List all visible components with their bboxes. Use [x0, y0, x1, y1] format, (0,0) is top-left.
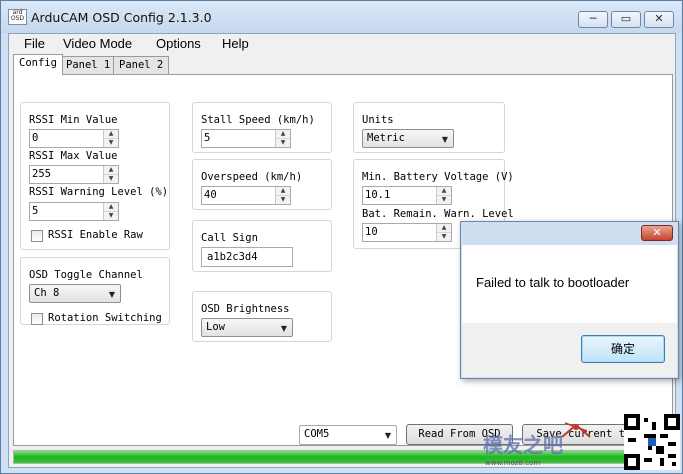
osd-toggle-channel-select[interactable]: Ch 8 ▼ — [29, 284, 121, 303]
bat-remain-spinner[interactable]: 10 ▲ ▼ — [362, 223, 452, 242]
progress-bar — [13, 450, 673, 464]
call-sign-group: Call Sign a1b2c3d4 — [192, 220, 332, 272]
rssi-max-label: RSSI Max Value — [29, 150, 118, 162]
tab-panel-2[interactable]: Panel 2 — [113, 56, 170, 74]
title-bar[interactable]: ard OSD ArduCAM OSD Config 2.1.3.0 ─ ▭ ✕ — [1, 1, 682, 33]
chevron-down-icon: ▼ — [108, 290, 115, 299]
rssi-group: RSSI Min Value 0 ▲ ▼ RSSI Max Value 255 ▲… — [20, 102, 170, 250]
stall-speed-spinner[interactable]: 5 ▲ ▼ — [201, 129, 291, 148]
spin-down-icon[interactable]: ▼ — [437, 233, 451, 241]
spin-down-icon[interactable]: ▼ — [104, 139, 118, 147]
rssi-min-spinner[interactable]: 0 ▲ ▼ — [29, 129, 119, 148]
com-port-value: COM5 — [304, 428, 330, 440]
spin-down-icon[interactable]: ▼ — [276, 196, 290, 204]
call-sign-label: Call Sign — [201, 232, 258, 244]
close-button[interactable]: ✕ — [644, 11, 674, 28]
dialog-footer: 确定 — [462, 323, 677, 377]
units-select[interactable]: Metric ▼ — [362, 129, 454, 148]
stall-speed-group: Stall Speed (km/h) 5 ▲ ▼ — [192, 102, 332, 153]
dialog-message: Failed to talk to bootloader — [476, 275, 630, 290]
rssi-min-label: RSSI Min Value — [29, 114, 118, 126]
spin-up-icon[interactable]: ▲ — [104, 166, 118, 175]
rssi-max-spinner[interactable]: 255 ▲ ▼ — [29, 165, 119, 184]
spin-up-icon[interactable]: ▲ — [437, 187, 451, 196]
osd-brightness-group: OSD Brightness Low ▼ — [192, 291, 332, 342]
com-port-select[interactable]: COM5 ▼ — [299, 425, 397, 445]
osd-brightness-select[interactable]: Low ▼ — [201, 318, 293, 337]
spin-up-icon[interactable]: ▲ — [276, 130, 290, 139]
overspeed-group: Overspeed (km/h) 40 ▲ ▼ — [192, 159, 332, 210]
osd-toggle-group: OSD Toggle Channel Ch 8 ▼ Rotation Switc… — [20, 257, 170, 325]
call-sign-value: a1b2c3d4 — [207, 251, 258, 263]
rssi-enable-raw-checkbox[interactable] — [31, 230, 43, 242]
dialog-body: Failed to talk to bootloader — [462, 245, 677, 323]
stall-speed-label: Stall Speed (km/h) — [201, 114, 315, 126]
spin-up-icon[interactable]: ▲ — [104, 130, 118, 139]
units-value: Metric — [367, 132, 405, 144]
rotation-switching-checkbox[interactable] — [31, 313, 43, 325]
spin-up-icon[interactable]: ▲ — [276, 187, 290, 196]
error-dialog: ✕ Failed to talk to bootloader 确定 — [460, 221, 679, 379]
spin-down-icon[interactable]: ▼ — [104, 175, 118, 183]
rssi-min-value: 0 — [32, 132, 39, 144]
min-battery-spinner[interactable]: 10.1 ▲ ▼ — [362, 186, 452, 205]
min-battery-value: 10.1 — [365, 189, 391, 201]
overspeed-label: Overspeed (km/h) — [201, 171, 303, 183]
rotation-switching-label: Rotation Switching — [48, 312, 162, 324]
watermark-text: 模友之吧 — [483, 433, 563, 457]
progress-fill — [14, 451, 672, 463]
maximize-button[interactable]: ▭ — [611, 11, 641, 28]
overspeed-value: 40 — [204, 189, 217, 201]
chevron-down-icon: ▼ — [441, 135, 448, 144]
spin-down-icon[interactable]: ▼ — [437, 196, 451, 204]
osd-toggle-value: Ch 8 — [34, 287, 60, 299]
rssi-warning-value: 5 — [32, 205, 39, 217]
menu-video-mode[interactable]: Video Mode — [63, 36, 132, 51]
call-sign-input[interactable]: a1b2c3d4 — [201, 247, 293, 267]
spin-down-icon[interactable]: ▼ — [104, 212, 118, 220]
units-label: Units — [362, 114, 394, 126]
dialog-close-button[interactable]: ✕ — [641, 225, 673, 241]
app-icon: ard OSD — [8, 9, 27, 25]
osd-brightness-value: Low — [206, 321, 225, 333]
bat-remain-value: 10 — [365, 226, 378, 238]
dialog-ok-button[interactable]: 确定 — [581, 335, 665, 363]
rssi-warning-label: RSSI Warning Level (%) — [29, 186, 169, 198]
rssi-warning-spinner[interactable]: 5 ▲ ▼ — [29, 202, 119, 221]
app-window: ard OSD ArduCAM OSD Config 2.1.3.0 ─ ▭ ✕… — [0, 0, 683, 474]
qr-code-icon — [624, 414, 680, 470]
window-title: ArduCAM OSD Config 2.1.3.0 — [31, 10, 212, 25]
overspeed-spinner[interactable]: 40 ▲ ▼ — [201, 186, 291, 205]
menu-help[interactable]: Help — [222, 36, 249, 51]
min-battery-label: Min. Battery Voltage (V) — [362, 171, 514, 183]
chevron-down-icon: ▼ — [280, 324, 287, 333]
units-group: Units Metric ▼ — [353, 102, 505, 153]
osd-brightness-label: OSD Brightness — [201, 303, 290, 315]
minimize-button[interactable]: ─ — [578, 11, 608, 28]
stall-speed-value: 5 — [204, 132, 211, 144]
drone-logo-icon — [559, 419, 593, 444]
menu-options[interactable]: Options — [156, 36, 201, 51]
tab-panel-1[interactable]: Panel 1 — [60, 56, 117, 74]
bat-remain-label: Bat. Remain. Warn. Level — [362, 208, 514, 220]
rssi-enable-raw-label: RSSI Enable Raw — [48, 229, 143, 241]
chevron-down-icon: ▼ — [384, 431, 391, 440]
tab-config[interactable]: Config — [13, 54, 63, 75]
menu-bar: File Video Mode Options Help — [9, 34, 675, 54]
osd-toggle-label: OSD Toggle Channel — [29, 269, 143, 281]
spin-up-icon[interactable]: ▲ — [437, 224, 451, 233]
spin-up-icon[interactable]: ▲ — [104, 203, 118, 212]
spin-down-icon[interactable]: ▼ — [276, 139, 290, 147]
rssi-max-value: 255 — [32, 168, 51, 180]
menu-file[interactable]: File — [24, 36, 45, 51]
watermark-url: www.moz8.com — [485, 459, 541, 467]
